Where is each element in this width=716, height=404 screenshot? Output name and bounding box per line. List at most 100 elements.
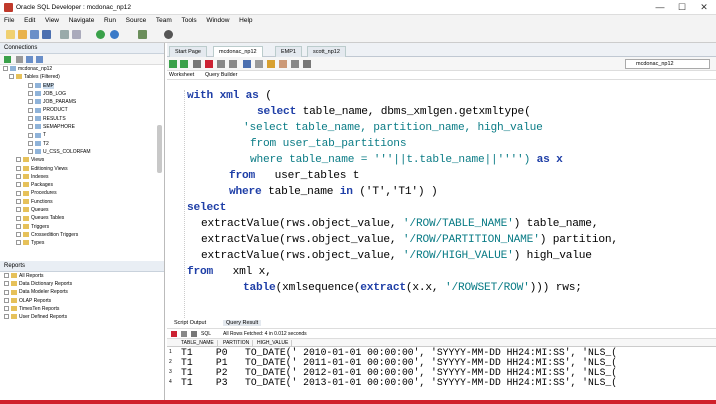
schema-browser-icon[interactable]	[36, 56, 43, 63]
tab-worksheet[interactable]: Worksheet	[169, 72, 194, 78]
export-icon[interactable]	[191, 331, 197, 337]
add-connection-icon[interactable]	[4, 56, 11, 63]
tree-table-item[interactable]: JOB_PARAMS	[0, 98, 164, 106]
sql-tuning-icon[interactable]	[291, 60, 299, 68]
maximize-button[interactable]: ☐	[672, 1, 692, 13]
expand-toggle[interactable]	[16, 232, 21, 238]
expand-toggle[interactable]	[28, 124, 33, 130]
back-icon[interactable]	[110, 30, 119, 39]
copy-icon[interactable]	[72, 30, 81, 39]
tree-node[interactable]: Procedures	[0, 189, 164, 197]
expand-toggle[interactable]	[28, 149, 33, 155]
expand-toggle[interactable]	[28, 82, 33, 88]
column-header-partition[interactable]: PARTITION	[223, 340, 254, 346]
tree-node[interactable]: Triggers	[0, 223, 164, 231]
tree-table-item[interactable]: JOB_LOG	[0, 90, 164, 98]
rollback-icon[interactable]	[229, 60, 237, 68]
expand-toggle[interactable]	[16, 207, 21, 213]
tree-table-item[interactable]: SEMAPHORE	[0, 123, 164, 131]
tab-emp1[interactable]: EMP1	[275, 46, 302, 57]
column-header-table-name[interactable]: TABLE_NAME	[181, 340, 218, 346]
expand-toggle[interactable]	[16, 174, 21, 180]
report-item[interactable]: OLAP Reports	[0, 297, 164, 305]
expand-toggle[interactable]	[16, 215, 21, 221]
tree-table-item[interactable]: T2	[0, 140, 164, 148]
expand-toggle[interactable]	[28, 140, 33, 146]
autotrace-icon[interactable]	[205, 60, 213, 68]
menu-edit[interactable]: Edit	[20, 15, 39, 26]
commit-icon[interactable]	[217, 60, 225, 68]
menu-file[interactable]: File	[0, 15, 18, 26]
tab-mcdonac-np12[interactable]: mcdonac_np12	[213, 46, 263, 57]
column-header-high-value[interactable]: HIGH_VALUE	[257, 340, 293, 346]
expand-toggle[interactable]	[16, 157, 21, 163]
menu-run[interactable]: Run	[100, 15, 120, 26]
tree-table-item[interactable]: U_CSS_COLORFAM	[0, 148, 164, 156]
run-icon[interactable]	[96, 30, 105, 39]
report-item[interactable]: Data Modeler Reports	[0, 288, 164, 296]
menu-team[interactable]: Team	[152, 15, 176, 26]
menu-source[interactable]: Source	[122, 15, 151, 26]
minimize-button[interactable]: —	[650, 1, 670, 13]
run-statement-icon[interactable]	[169, 60, 177, 68]
tree-table-item[interactable]: T	[0, 131, 164, 139]
expand-toggle[interactable]	[28, 115, 33, 121]
expand-toggle[interactable]	[16, 165, 21, 171]
collapse-toggle[interactable]	[3, 66, 8, 72]
menu-help[interactable]: Help	[235, 15, 256, 26]
connection-selector[interactable]: mcdonac_np12	[625, 59, 710, 69]
expand-toggle[interactable]	[28, 107, 33, 113]
report-item[interactable]: All Reports	[0, 272, 164, 280]
expand-toggle[interactable]	[4, 281, 9, 287]
tree-node[interactable]: Views	[0, 156, 164, 164]
tree-node[interactable]: Indexes	[0, 173, 164, 181]
report-item[interactable]: TimesTen Reports	[0, 305, 164, 313]
unshared-icon[interactable]	[243, 60, 251, 68]
tree-table-item[interactable]: RESULTS	[0, 115, 164, 123]
tab-query-builder[interactable]: Query Builder	[205, 72, 237, 78]
menu-window[interactable]: Window	[202, 15, 233, 26]
expand-toggle[interactable]	[4, 297, 9, 303]
refresh-icon[interactable]	[16, 56, 23, 63]
tree-tables[interactable]: Tables (Filtered)	[0, 73, 164, 81]
tree-node[interactable]: Editioning Views	[0, 165, 164, 173]
report-item[interactable]: User Defined Reports	[0, 313, 164, 321]
tree-node[interactable]: Functions	[0, 198, 164, 206]
menu-navigate[interactable]: Navigate	[65, 15, 99, 26]
tree-node[interactable]: Queues	[0, 206, 164, 214]
report-item[interactable]: Data Dictionary Reports	[0, 280, 164, 288]
tree-table-item[interactable]: PRODUCT	[0, 106, 164, 114]
history-icon[interactable]	[267, 60, 275, 68]
tab-query-result[interactable]: Query Result	[223, 320, 262, 326]
menu-tools[interactable]: Tools	[177, 15, 200, 26]
menu-view[interactable]: View	[41, 15, 63, 26]
expand-toggle[interactable]	[16, 223, 21, 229]
tree-node[interactable]: Packages	[0, 181, 164, 189]
run-script-icon[interactable]	[180, 60, 188, 68]
expand-toggle[interactable]	[16, 240, 21, 246]
expand-toggle[interactable]	[4, 289, 9, 295]
expand-toggle[interactable]	[16, 182, 21, 188]
tab-script-output[interactable]: Script Output	[171, 320, 209, 326]
search-icon[interactable]	[164, 30, 173, 39]
new-icon[interactable]	[6, 30, 15, 39]
expand-toggle[interactable]	[4, 305, 9, 311]
clear-icon[interactable]	[255, 60, 263, 68]
tree-node[interactable]: Queues Tables	[0, 214, 164, 222]
tree-table-item[interactable]: EMP	[0, 82, 164, 90]
cut-icon[interactable]	[60, 30, 69, 39]
migrate-icon[interactable]	[138, 30, 147, 39]
tree-node[interactable]: Crossedition Triggers	[0, 231, 164, 239]
expand-toggle[interactable]	[4, 314, 9, 320]
pin-icon[interactable]	[171, 331, 177, 337]
explain-icon[interactable]	[193, 60, 201, 68]
close-button[interactable]: ✕	[694, 1, 714, 13]
expand-toggle[interactable]	[28, 91, 33, 97]
expand-toggle[interactable]	[28, 132, 33, 138]
tree-node[interactable]: Types	[0, 239, 164, 247]
connections-scrollbar[interactable]	[157, 125, 162, 173]
tab-start-page[interactable]: Start Page	[169, 46, 207, 57]
save-icon[interactable]	[30, 30, 39, 39]
expand-toggle[interactable]	[4, 273, 9, 279]
save-all-icon[interactable]	[42, 30, 51, 39]
